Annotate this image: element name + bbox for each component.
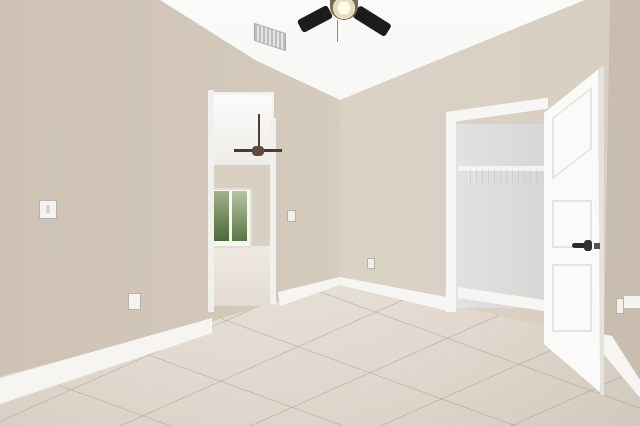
glass-pane-left <box>214 191 229 241</box>
hallway-ceiling <box>210 95 272 175</box>
hallway-switch <box>287 210 296 222</box>
door-handle-rose <box>584 240 592 251</box>
closet-door-frame <box>446 122 456 312</box>
hallway-ceiling-fan-icon <box>252 146 264 156</box>
wall-outlet-back <box>367 258 375 269</box>
closet-wire-rack <box>470 170 542 184</box>
window-sill <box>624 296 640 308</box>
door-latch <box>594 243 600 249</box>
hallway-door-frame-left <box>208 90 214 312</box>
wall-outlet-right <box>616 298 624 314</box>
fan-pull-chain <box>337 20 338 42</box>
wall-outlet-left <box>128 293 141 310</box>
hallway-floor <box>210 246 272 306</box>
hallway-door-frame-right <box>270 118 276 304</box>
door-panel-bottom <box>552 264 592 332</box>
light-switch <box>39 200 57 219</box>
glass-pane-right <box>232 191 247 241</box>
bedroom-photo <box>0 0 640 426</box>
hallway-fan-rod <box>258 114 260 148</box>
walk-in-closet <box>455 124 547 308</box>
